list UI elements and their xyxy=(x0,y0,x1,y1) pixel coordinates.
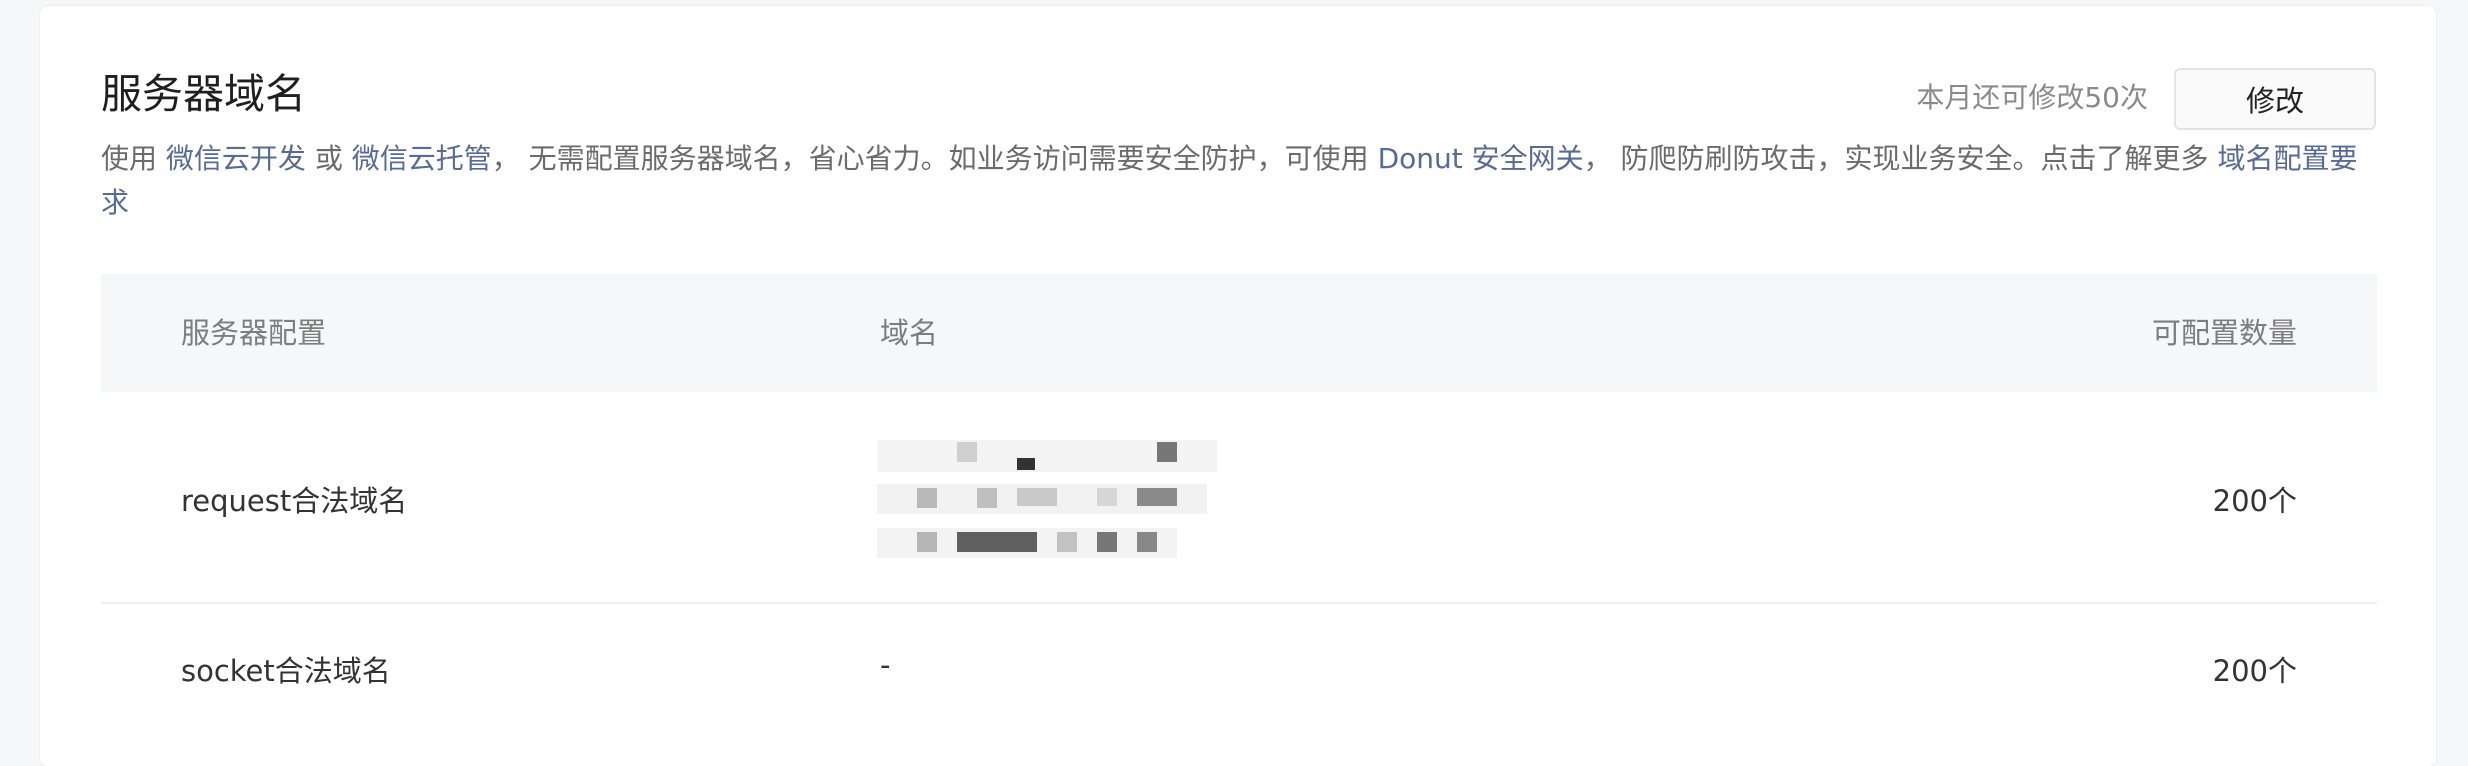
table-header: 服务器配置 域名 可配置数量 xyxy=(101,274,2377,392)
page-title: 服务器域名 xyxy=(101,70,306,118)
table-row: socket合法域名 - 200个 xyxy=(101,604,2377,734)
description-part-3: ， 无需配置服务器域名，省心省力。如业务访问需要安全防护，可使用 xyxy=(491,142,1378,175)
donut-security-gateway-link[interactable]: Donut 安全网关 xyxy=(1378,142,1584,175)
description-part-2: 或 xyxy=(305,142,352,175)
row-config-name: socket合法域名 xyxy=(181,654,391,688)
row-count: 200个 xyxy=(2212,654,2297,688)
wechat-cloud-dev-link[interactable]: 微信云开发 xyxy=(166,142,306,175)
column-header-config: 服务器配置 xyxy=(181,316,327,350)
row-count: 200个 xyxy=(2212,484,2297,518)
edit-button[interactable]: 修改 xyxy=(2174,68,2376,130)
row-domain-value: - xyxy=(880,648,891,682)
description-part-4: ， 防爬防刷防攻击，实现业务安全。点击了解更多 xyxy=(1583,142,2218,175)
wechat-cloud-hosting-link[interactable]: 微信云托管 xyxy=(352,142,492,175)
description-part-1: 使用 xyxy=(101,142,166,175)
modification-quota-text: 本月还可修改50次 xyxy=(1916,81,2148,114)
redacted-domain-list xyxy=(877,440,1217,562)
table-row: request合法域名 200个 xyxy=(101,392,2377,604)
row-config-name: request合法域名 xyxy=(181,484,408,518)
column-header-count: 可配置数量 xyxy=(2151,316,2297,350)
column-header-domain: 域名 xyxy=(880,316,939,350)
description-text: 使用 微信云开发 或 微信云托管， 无需配置服务器域名，省心省力。如业务访问需要… xyxy=(101,137,2381,225)
